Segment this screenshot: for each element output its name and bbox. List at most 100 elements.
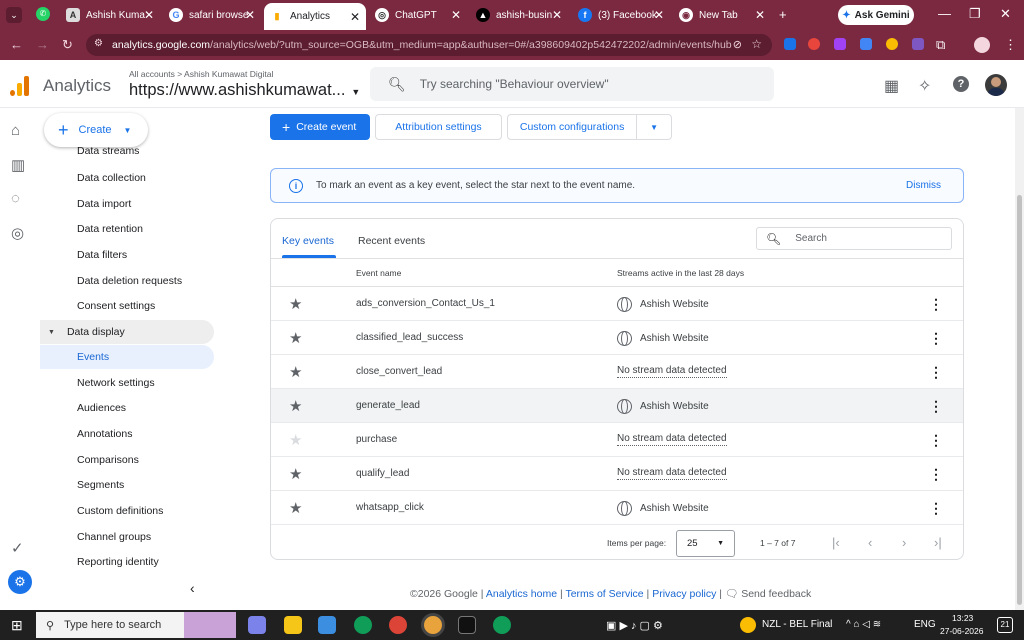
- scrollbar-thumb[interactable]: [1017, 195, 1022, 605]
- windows-start-icon[interactable]: ⊞: [11, 617, 23, 634]
- privacy-link[interactable]: Privacy policy: [652, 588, 716, 600]
- last-page-icon[interactable]: ›|: [934, 535, 942, 550]
- copilot-icon[interactable]: [248, 616, 266, 634]
- table-row[interactable]: ★ close_convert_lead No stream data detect…: [271, 355, 963, 389]
- tab-search-icon[interactable]: ⌄: [6, 7, 22, 23]
- language-indicator[interactable]: ENG: [914, 619, 936, 630]
- bookmark-star-icon[interactable]: ☆: [751, 37, 762, 51]
- attribution-settings-button[interactable]: Attribution settings: [375, 114, 502, 140]
- app-icon[interactable]: [458, 616, 476, 634]
- next-page-icon[interactable]: ›: [902, 535, 906, 550]
- apps-grid-icon[interactable]: ▦: [884, 76, 899, 96]
- chrome-icon[interactable]: [389, 616, 407, 634]
- more-options-icon[interactable]: ⋮: [929, 330, 943, 347]
- account-avatar[interactable]: [985, 74, 1007, 96]
- more-options-icon[interactable]: ⋮: [929, 364, 943, 381]
- new-tab-icon[interactable]: +: [779, 7, 787, 22]
- sidebar-item-data-retention[interactable]: Data retention: [77, 223, 143, 241]
- more-options-icon[interactable]: ⋮: [929, 500, 943, 517]
- terms-link[interactable]: Terms of Service: [565, 588, 643, 600]
- restore-icon[interactable]: ❐: [969, 6, 981, 22]
- close-icon[interactable]: ✕: [552, 8, 562, 22]
- close-icon[interactable]: ✕: [451, 8, 461, 22]
- sidebar-item-data-collection[interactable]: Data collection: [77, 172, 146, 190]
- sidebar-item-audiences[interactable]: Audiences: [77, 402, 126, 420]
- table-row[interactable]: ★ purchase No stream data detected ⋮: [271, 423, 963, 457]
- close-icon[interactable]: ✕: [755, 8, 765, 22]
- file-explorer-icon[interactable]: [284, 616, 302, 634]
- create-button[interactable]: + Create ▼: [44, 113, 148, 147]
- sidebar-item-channel-groups[interactable]: Channel groups: [77, 531, 151, 549]
- sidebar-item-data-filters[interactable]: Data filters: [77, 249, 127, 267]
- profile-avatar[interactable]: [974, 37, 990, 53]
- ask-gemini-button[interactable]: ✦ Ask Gemini: [838, 5, 914, 25]
- sidebar-item-reporting-identity[interactable]: Reporting identity: [77, 556, 159, 568]
- table-row[interactable]: ★ classified_lead_success Ashish Website ⋮: [271, 321, 963, 355]
- table-row[interactable]: ★ generate_lead Ashish Website ⋮: [271, 389, 963, 423]
- explore-icon[interactable]: ◌: [11, 190, 20, 207]
- tab-facebook[interactable]: f (3) Facebook ✕: [572, 4, 670, 26]
- sidebar-item-data-deletion-requests[interactable]: Data deletion requests: [77, 275, 182, 293]
- column-header-event-name[interactable]: Event name: [356, 268, 401, 278]
- sidebar-item-comparisons[interactable]: Comparisons: [77, 454, 139, 472]
- sidebar-item-events[interactable]: Events: [40, 345, 214, 369]
- first-page-icon[interactable]: |‹: [832, 535, 840, 550]
- sidebar-item-annotations[interactable]: Annotations: [77, 428, 132, 446]
- table-row[interactable]: ★ whatsapp_click Ashish Website ⋮: [271, 491, 963, 525]
- close-icon[interactable]: ✕: [144, 8, 154, 22]
- breadcrumb[interactable]: All accounts > Ashish Kumawat Digital: [129, 69, 273, 79]
- tab-new-tab[interactable]: ◉ New Tab ✕: [673, 4, 771, 26]
- tab-safari-browse[interactable]: Gsafari browse ✕: [163, 4, 261, 26]
- sidebar-item-data-streams[interactable]: Data streams: [77, 147, 139, 159]
- tab-chatgpt[interactable]: ◎ ChatGPT ✕: [369, 4, 467, 26]
- minimize-icon[interactable]: —: [938, 6, 951, 21]
- star-icon[interactable]: ★: [289, 499, 302, 517]
- app-icon[interactable]: [318, 616, 336, 634]
- advertising-icon[interactable]: ◎: [11, 224, 24, 242]
- dismiss-button[interactable]: Dismiss: [906, 180, 941, 191]
- tab-recent-events[interactable]: Recent events: [358, 235, 425, 247]
- window-close-icon[interactable]: ✕: [1000, 6, 1011, 22]
- property-selector[interactable]: https://www.ashishkumawat... ▼: [129, 81, 360, 100]
- reports-icon[interactable]: ▥: [11, 156, 25, 174]
- star-icon[interactable]: ★: [289, 329, 302, 347]
- star-icon[interactable]: ★: [289, 465, 302, 483]
- browser-menu-icon[interactable]: ⋮: [1004, 37, 1017, 53]
- create-event-button[interactable]: + Create event: [270, 114, 370, 140]
- sidebar-group-data-display[interactable]: ▼ Data display: [40, 320, 214, 344]
- chrome-profile-icon[interactable]: [493, 616, 511, 634]
- table-row[interactable]: ★ qualify_lead No stream data detected ⋮: [271, 457, 963, 491]
- eye-off-icon[interactable]: ⊘: [733, 38, 742, 51]
- extensions-puzzle-icon[interactable]: ⧉: [936, 37, 945, 53]
- sidebar-item-consent-settings[interactable]: Consent settings: [77, 300, 155, 318]
- help-icon[interactable]: ?: [953, 76, 969, 92]
- events-search-input[interactable]: 🔍︎ Search: [756, 227, 952, 250]
- news-icon[interactable]: [740, 617, 756, 633]
- extension-icon[interactable]: [834, 38, 846, 50]
- notification-icon[interactable]: 21: [997, 617, 1013, 633]
- close-icon[interactable]: ✕: [245, 8, 255, 22]
- whatsapp-icon[interactable]: ✆: [36, 7, 50, 21]
- tray-app-icons[interactable]: ▣ ▶ ♪ ▢ ⚙: [606, 619, 663, 632]
- tab-ashish[interactable]: A Ashish Kuma ✕: [60, 4, 160, 26]
- items-per-page-select[interactable]: 25 ▼: [676, 530, 735, 557]
- star-icon[interactable]: ★: [289, 397, 302, 415]
- star-icon[interactable]: ★: [289, 295, 302, 313]
- activity-check-icon[interactable]: ✓: [11, 539, 24, 557]
- more-options-icon[interactable]: ⋮: [929, 466, 943, 483]
- sidebar-item-data-import[interactable]: Data import: [77, 198, 131, 216]
- analytics-home-link[interactable]: Analytics home: [486, 588, 557, 600]
- more-options-icon[interactable]: ⋮: [929, 432, 943, 449]
- news-widget[interactable]: NZL - BEL Final: [762, 619, 832, 630]
- chrome-active-icon[interactable]: [424, 616, 442, 634]
- more-options-icon[interactable]: ⋮: [929, 398, 943, 415]
- send-feedback-link[interactable]: Send feedback: [741, 588, 811, 600]
- tab-analytics[interactable]: ▮ Analytics ✕: [264, 3, 366, 30]
- column-header-streams[interactable]: Streams active in the last 28 days: [617, 268, 744, 278]
- tab-ashish-business[interactable]: ▲ ashish-busin ✕: [470, 4, 568, 26]
- extension-pokeball-icon[interactable]: [808, 38, 820, 50]
- sidebar-item-network-settings[interactable]: Network settings: [77, 377, 155, 395]
- extension-icon[interactable]: [886, 38, 898, 50]
- back-icon[interactable]: ←: [10, 37, 23, 52]
- close-icon[interactable]: ✕: [654, 8, 664, 22]
